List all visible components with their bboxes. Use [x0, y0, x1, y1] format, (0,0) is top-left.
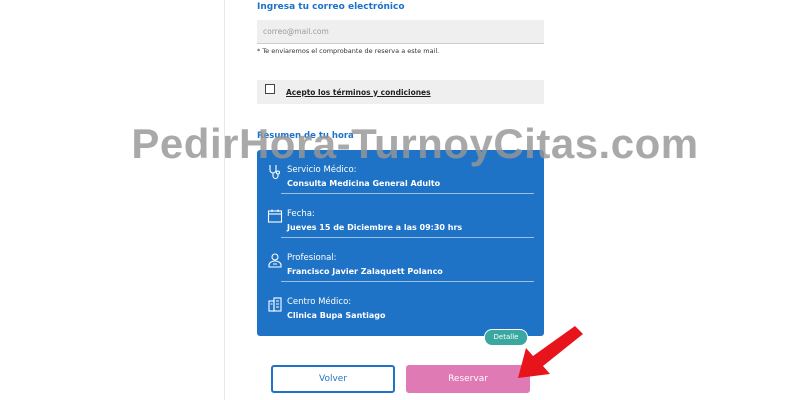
- professional-value: Francisco Javier Zalaquett Polanco: [287, 267, 443, 276]
- email-label: Ingresa tu correo electrónico: [257, 2, 405, 12]
- terms-checkbox[interactable]: [265, 84, 275, 94]
- service-label: Servicio Médico:: [287, 165, 357, 175]
- summary-row-center: Centro Médico: Clinica Bupa Santiago: [257, 282, 544, 326]
- summary-card: Servicio Médico: Consulta Medicina Gener…: [257, 150, 544, 336]
- center-label: Centro Médico:: [287, 297, 352, 307]
- left-divider: [224, 0, 225, 400]
- summary-row-service: Servicio Médico: Consulta Medicina Gener…: [257, 150, 544, 194]
- summary-row-date: Fecha: Jueves 15 de Diciembre a las 09:3…: [257, 194, 544, 238]
- doctor-icon: [268, 253, 282, 268]
- stethoscope-icon: [269, 165, 281, 180]
- back-button[interactable]: Volver: [271, 365, 395, 393]
- date-label: Fecha:: [287, 209, 315, 219]
- terms-link[interactable]: Acepto los términos y condiciones: [286, 88, 431, 97]
- building-icon: [268, 297, 282, 312]
- terms-row: Acepto los términos y condiciones: [257, 80, 544, 104]
- email-note: * Te enviaremos el comprobante de reserv…: [257, 47, 440, 55]
- summary-row-professional: Profesional: Francisco Javier Zalaquett …: [257, 238, 544, 282]
- summary-title: Resumen de tu hora: [257, 131, 354, 141]
- professional-label: Profesional:: [287, 253, 337, 263]
- pointer-arrow-icon: [518, 326, 583, 378]
- date-value: Jueves 15 de Diciembre a las 09:30 hrs: [287, 223, 463, 232]
- service-value: Consulta Medicina General Adulto: [287, 179, 441, 188]
- email-field[interactable]: [257, 20, 544, 44]
- center-value: Clinica Bupa Santiago: [287, 311, 386, 320]
- calendar-icon: [267, 209, 283, 223]
